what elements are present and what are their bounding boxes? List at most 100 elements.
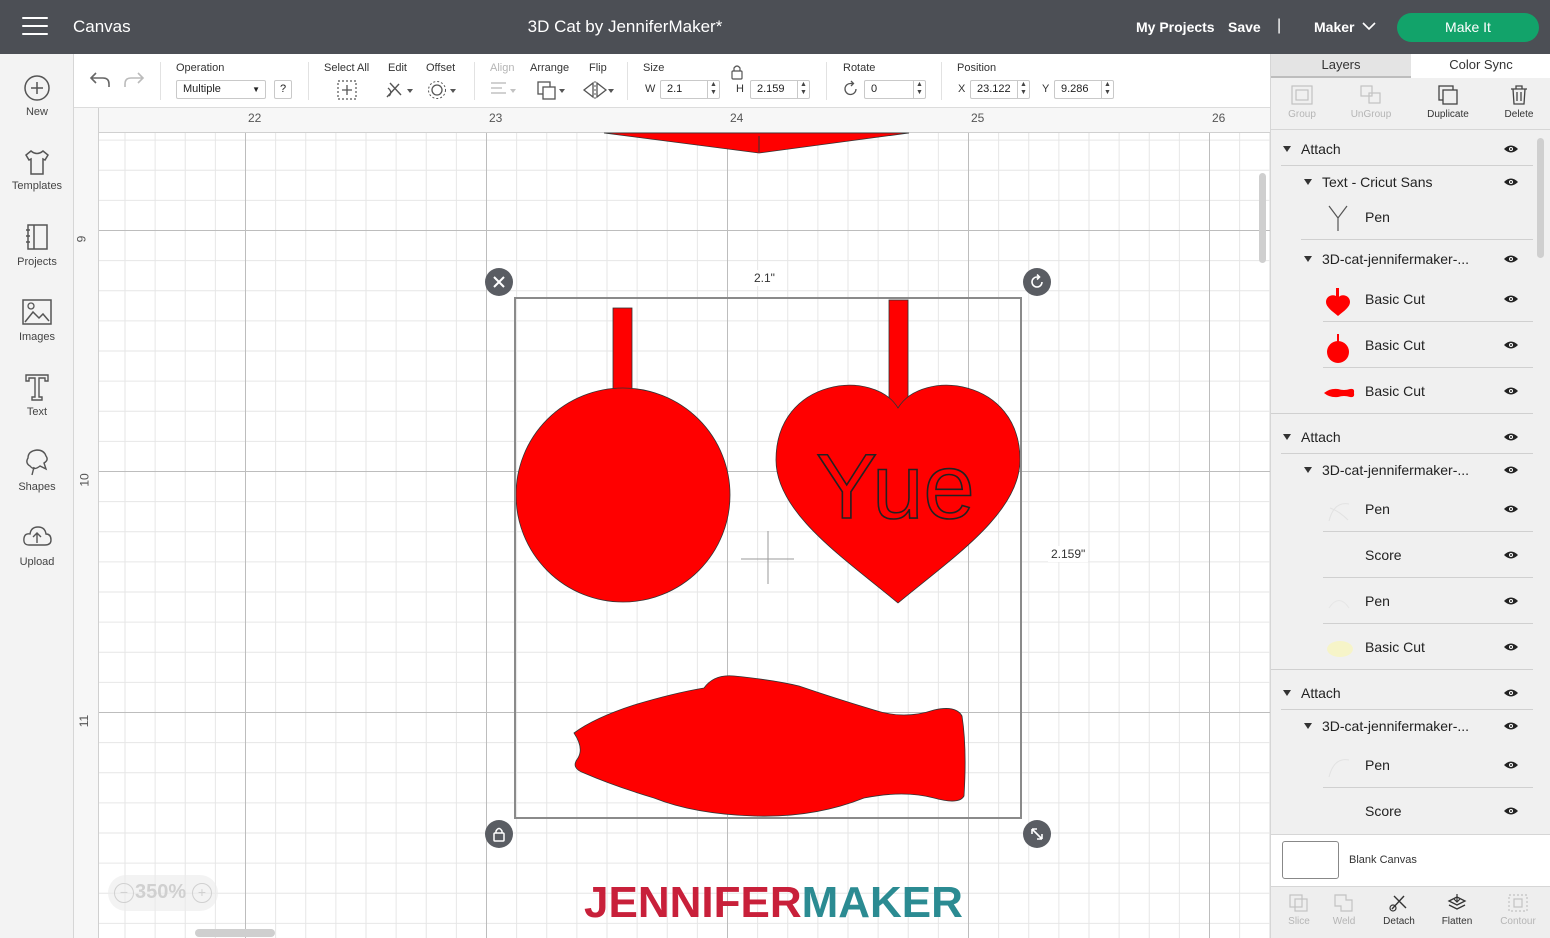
detach-button[interactable]: Detach (1371, 891, 1427, 927)
flatten-button[interactable]: Flatten (1429, 891, 1485, 927)
horizontal-scrollbar[interactable] (99, 928, 1259, 938)
design-canvas[interactable]: 22 23 24 25 26 9 10 11 Yue 2.1" 2.159" −… (74, 108, 1270, 938)
heart-ornament-tab[interactable] (888, 299, 909, 411)
width-stepper[interactable]: ▲ ▼ (707, 81, 719, 98)
delete-selection-handle[interactable] (485, 268, 513, 296)
layer-row[interactable]: Basic Cut (1271, 372, 1533, 414)
layers-scrollbar[interactable] (1537, 138, 1545, 538)
sidebar-item-templates[interactable]: Templates (0, 148, 74, 192)
eye-icon[interactable] (1503, 294, 1519, 304)
x-position-input[interactable]: 23.122 ▲ ▼ (970, 80, 1030, 99)
artwork-layer[interactable]: Yue (74, 108, 1270, 938)
rotate-input[interactable]: 0 ▲ ▼ (864, 80, 926, 99)
chevron-down-icon[interactable] (1362, 22, 1376, 31)
height-stepper[interactable]: ▲ ▼ (797, 81, 809, 98)
height-input[interactable]: 2.159 ▲ ▼ (750, 80, 810, 99)
layer-row[interactable]: 3D-cat-jennifermaker-... (1271, 711, 1533, 743)
make-it-button[interactable]: Make It (1397, 13, 1539, 42)
eye-icon[interactable] (1503, 596, 1519, 606)
layer-row[interactable]: Pen (1271, 582, 1533, 624)
scroll-thumb[interactable] (195, 929, 275, 937)
contour-button[interactable]: Contour (1490, 891, 1546, 927)
x-position-stepper[interactable]: ▲ ▼ (1017, 81, 1029, 98)
eye-icon[interactable] (1503, 144, 1519, 154)
heart-text[interactable]: Yue (815, 435, 975, 539)
layer-row[interactable]: Score (1271, 536, 1533, 578)
sidebar-item-upload[interactable]: Upload (0, 522, 74, 568)
lock-proportions-icon[interactable] (730, 64, 744, 80)
layer-row[interactable]: Score (1271, 792, 1533, 832)
layer-row[interactable]: Attach (1271, 422, 1533, 454)
redo-icon[interactable] (122, 70, 146, 90)
zoom-in-button[interactable]: + (192, 883, 212, 903)
eye-icon[interactable] (1503, 721, 1519, 731)
eye-icon[interactable] (1503, 432, 1519, 442)
delete-button[interactable]: Delete (1489, 82, 1549, 120)
expand-triangle-icon[interactable] (1304, 723, 1312, 729)
eye-icon[interactable] (1503, 550, 1519, 560)
fish-shape[interactable] (573, 675, 966, 817)
eye-icon[interactable] (1503, 504, 1519, 514)
operation-help-button[interactable]: ? (274, 80, 292, 99)
circle-ornament-tab[interactable] (612, 307, 633, 391)
sidebar-item-text[interactable]: Text (0, 372, 74, 418)
y-position-stepper[interactable]: ▲ ▼ (1101, 81, 1113, 98)
canvas-color-swatch[interactable] (1282, 841, 1339, 879)
tab-color-sync[interactable]: Color Sync (1411, 54, 1550, 78)
eye-icon[interactable] (1503, 254, 1519, 264)
machine-select[interactable]: Maker (1314, 19, 1354, 35)
width-input[interactable]: 2.1 ▲ ▼ (660, 80, 720, 99)
edit-tools-icon[interactable] (384, 79, 414, 101)
arrange-icon[interactable] (535, 79, 567, 101)
layer-row[interactable]: Basic Cut (1271, 280, 1533, 322)
scroll-thumb[interactable] (1259, 173, 1266, 263)
expand-triangle-icon[interactable] (1304, 256, 1312, 262)
sidebar-item-images[interactable]: Images (0, 297, 74, 343)
eye-icon[interactable] (1503, 688, 1519, 698)
expand-triangle-icon[interactable] (1304, 467, 1312, 473)
ungroup-button[interactable]: UnGroup (1341, 82, 1401, 120)
layer-row[interactable]: Attach (1271, 678, 1533, 710)
resize-handle[interactable] (1023, 820, 1051, 848)
expand-triangle-icon[interactable] (1304, 179, 1312, 185)
offset-icon[interactable] (427, 79, 457, 101)
layer-row[interactable]: Basic Cut (1271, 326, 1533, 368)
duplicate-button[interactable]: Duplicate (1418, 82, 1478, 120)
circle-ornament-body[interactable] (515, 387, 731, 603)
undo-icon[interactable] (88, 70, 112, 90)
expand-triangle-icon[interactable] (1283, 434, 1291, 440)
blank-canvas-row[interactable]: Blank Canvas (1271, 834, 1550, 886)
eye-icon[interactable] (1503, 465, 1519, 475)
sidebar-item-new[interactable]: New (0, 74, 74, 118)
vertical-scrollbar[interactable] (1259, 133, 1267, 938)
eye-icon[interactable] (1503, 340, 1519, 350)
align-icon[interactable] (488, 80, 518, 100)
select-all-icon[interactable] (336, 79, 358, 101)
operation-select[interactable]: Multiple ▼ (176, 80, 266, 99)
layer-row[interactable]: Pen (1271, 198, 1533, 240)
layer-row[interactable]: Pen (1271, 490, 1533, 532)
flip-icon[interactable] (581, 79, 615, 101)
scroll-thumb[interactable] (1537, 138, 1544, 258)
eye-icon[interactable] (1503, 806, 1519, 816)
eye-icon[interactable] (1503, 760, 1519, 770)
tab-layers[interactable]: Layers (1271, 54, 1411, 78)
my-projects-button[interactable]: My Projects (1136, 19, 1215, 35)
rotate-handle[interactable] (1023, 268, 1051, 296)
partial-triangle-shape[interactable] (603, 132, 910, 154)
sidebar-item-projects[interactable]: Projects (0, 222, 74, 268)
rotate-stepper[interactable]: ▲ ▼ (913, 81, 925, 98)
weld-button[interactable]: Weld (1316, 891, 1372, 927)
layer-row[interactable]: 3D-cat-jennifermaker-... (1271, 244, 1533, 276)
y-position-input[interactable]: 9.286 ▲ ▼ (1054, 80, 1114, 99)
expand-triangle-icon[interactable] (1283, 146, 1291, 152)
layer-row[interactable]: Pen (1271, 746, 1533, 788)
eye-icon[interactable] (1503, 177, 1519, 187)
layer-row[interactable]: Text - Cricut Sans (1271, 167, 1533, 199)
layer-row[interactable]: Attach (1271, 134, 1533, 166)
sidebar-item-shapes[interactable]: Shapes (0, 447, 74, 493)
group-button[interactable]: Group (1272, 82, 1332, 120)
layer-row[interactable]: Basic Cut (1271, 628, 1533, 670)
lock-proportions-handle[interactable] (485, 820, 513, 848)
save-button[interactable]: Save (1228, 19, 1261, 35)
